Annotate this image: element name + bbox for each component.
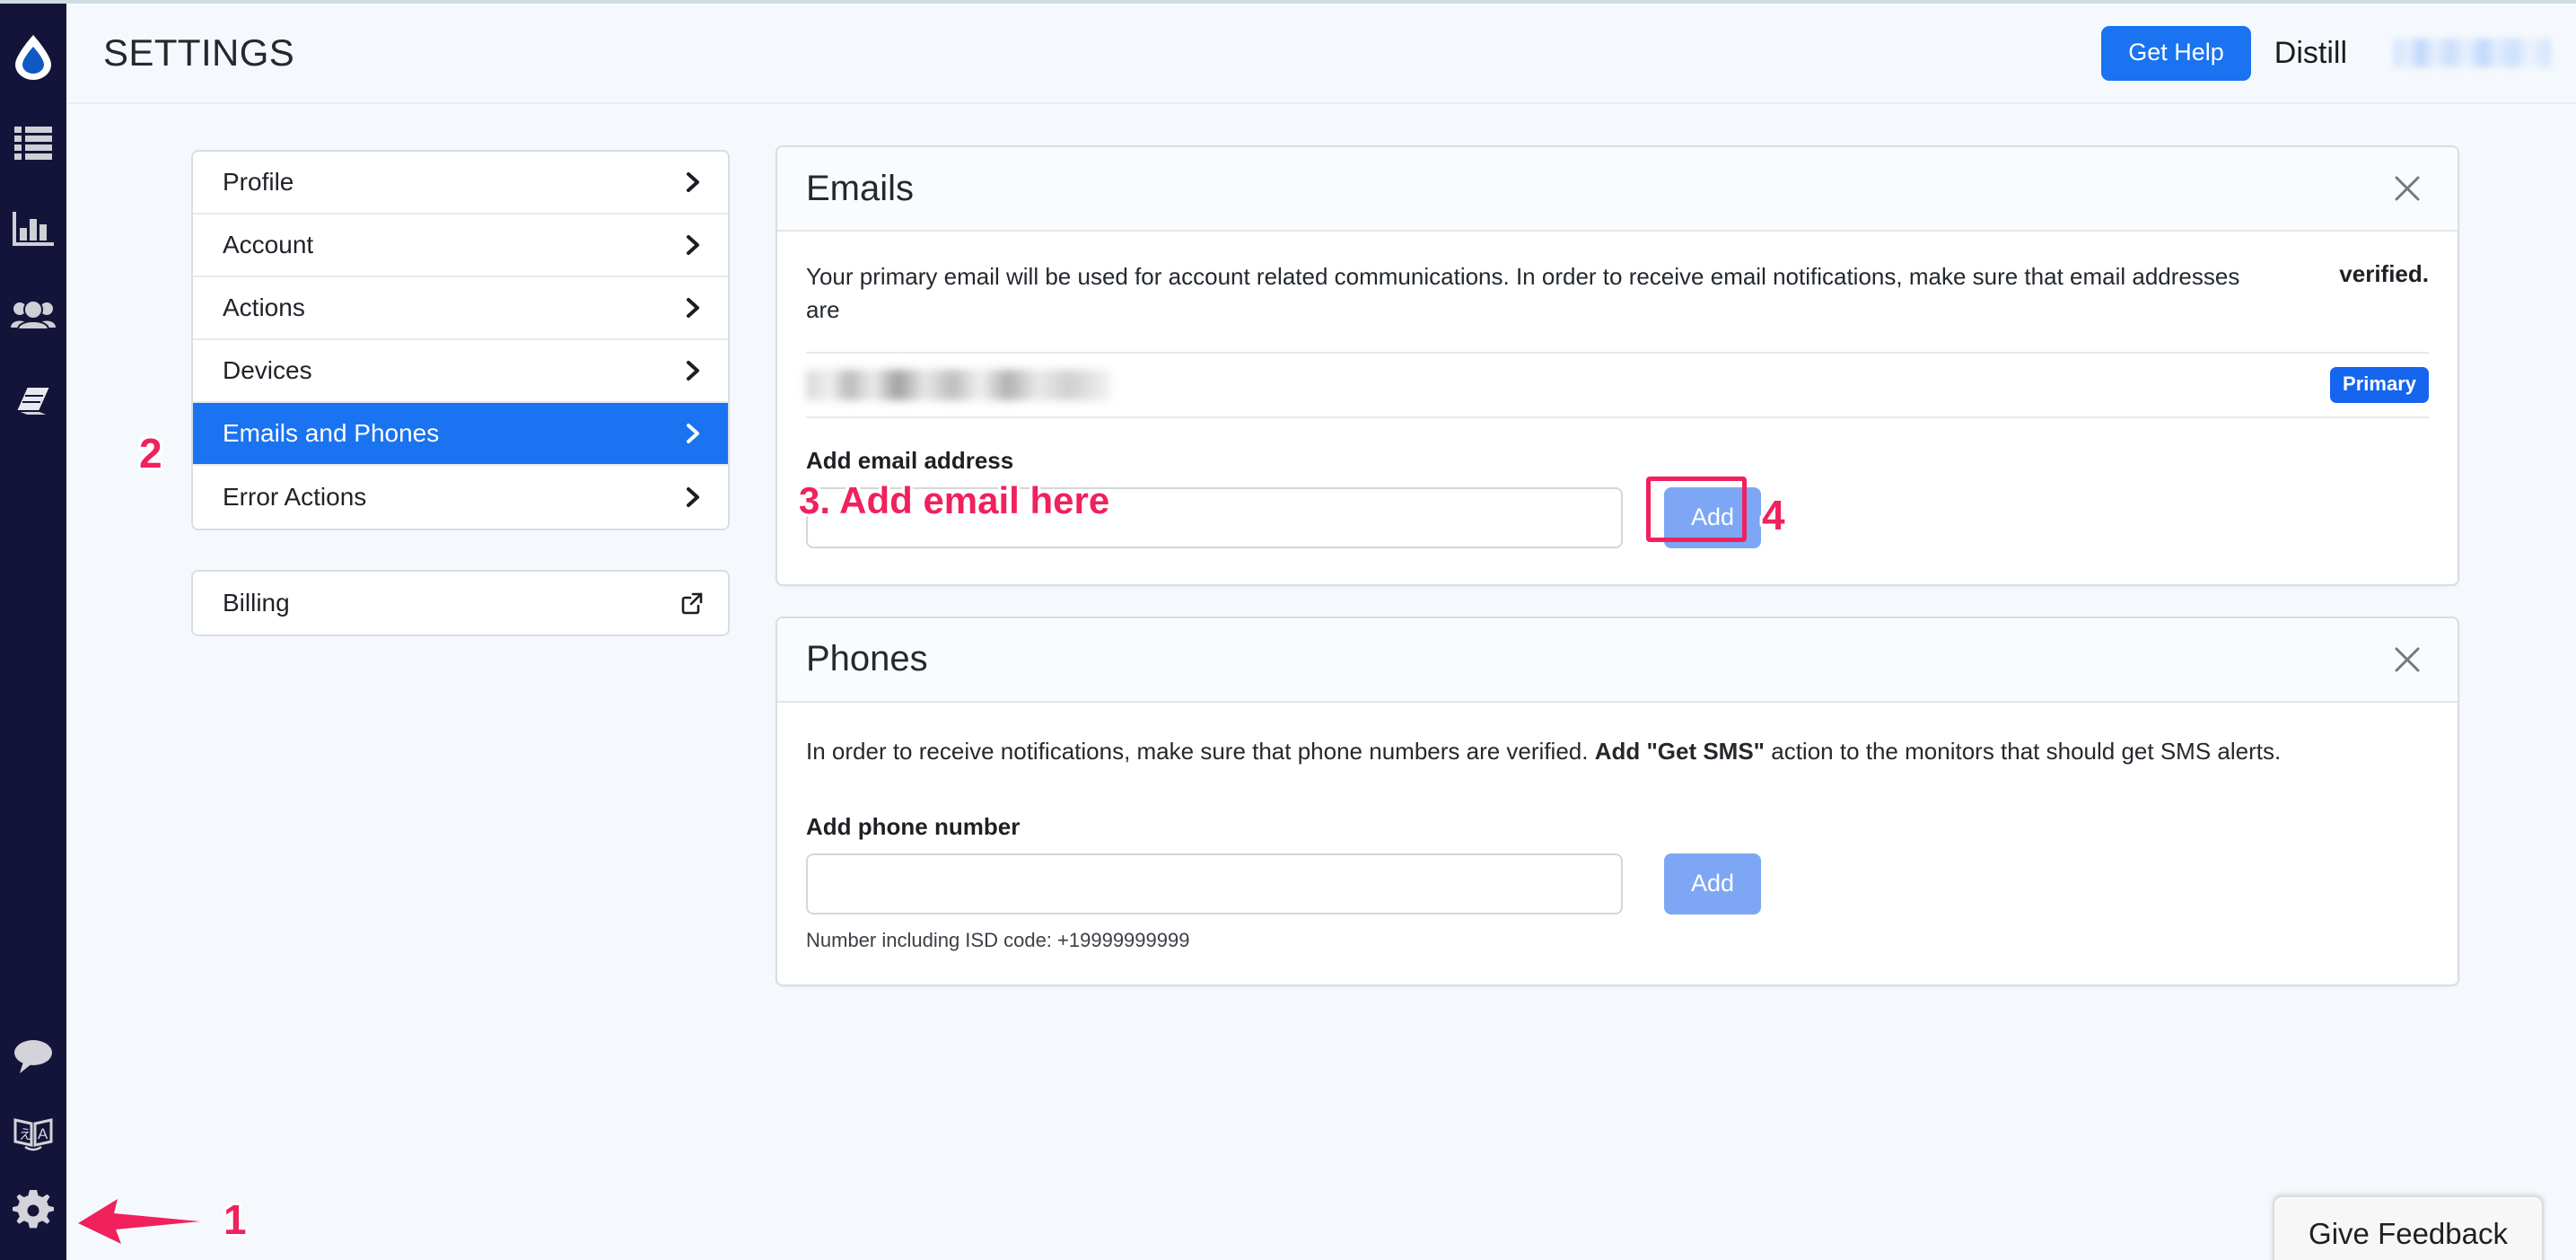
sidebar-item-billing[interactable]: Billing — [193, 572, 728, 634]
users-icon[interactable] — [0, 282, 66, 348]
add-phone-label: Add phone number — [806, 812, 1021, 840]
content-area: Profile Account Actions Devices Emails a… — [66, 106, 2576, 1260]
verified-word: verified. — [2339, 260, 2429, 287]
give-feedback-button[interactable]: Give Feedback — [2273, 1195, 2544, 1260]
close-icon[interactable] — [2388, 640, 2427, 679]
chat-bubble-icon[interactable] — [0, 1023, 66, 1089]
status-badge: Primary — [2330, 366, 2429, 403]
add-phone-input[interactable] — [806, 853, 1623, 914]
emails-panel-body: Your primary email will be used for acco… — [777, 232, 2458, 584]
left-nav-rail: え A — [0, 4, 66, 1260]
primary-email-row: Primary — [806, 351, 2429, 418]
add-email-row: Add — [806, 486, 2429, 548]
chevron-right-icon — [681, 296, 705, 319]
sidebar-item-profile[interactable]: Profile — [193, 152, 728, 214]
header-actions: Get Help Distill — [2101, 25, 2576, 81]
emails-panel: Emails Your primary email will be used f… — [775, 145, 2459, 586]
phones-panel-body: In order to receive notifications, make … — [777, 703, 2458, 984]
emails-description: Your primary email will be used for acco… — [806, 263, 2240, 323]
sidebar-item-label: Profile — [223, 168, 294, 196]
phones-panel: Phones In order to receive notifications… — [775, 616, 2459, 986]
chevron-right-icon — [681, 359, 705, 382]
phones-panel-header: Phones — [777, 617, 2458, 703]
sidebar-item-label: Billing — [223, 589, 290, 617]
svg-text:え: え — [19, 1127, 32, 1142]
phones-description-part2: action to the monitors that should get S… — [1765, 737, 2282, 765]
app-window: え A SETTINGS Get Help Distill Profile Ac… — [0, 0, 2576, 1260]
chevron-right-icon — [681, 233, 705, 257]
emails-panel-title: Emails — [806, 168, 915, 208]
panels-column: Emails Your primary email will be used f… — [775, 145, 2459, 986]
close-icon[interactable] — [2388, 169, 2427, 208]
phones-description: In order to receive notifications, make … — [806, 735, 2429, 768]
phones-panel-title: Phones — [806, 639, 928, 679]
phone-format-hint: Number including ISD code: +19999999999 — [806, 928, 1190, 951]
settings-menu: Profile Account Actions Devices Emails a… — [191, 150, 730, 636]
app-header: SETTINGS Get Help Distill — [66, 4, 2576, 104]
sidebar-item-label: Emails and Phones — [223, 419, 440, 447]
sidebar-item-account[interactable]: Account — [193, 214, 728, 277]
add-email-button[interactable]: Add — [1664, 486, 1761, 548]
sidebar-item-label: Actions — [223, 293, 305, 321]
phones-description-bold: Add "Get SMS" — [1594, 737, 1766, 765]
chevron-right-icon — [681, 171, 705, 194]
add-phone-row: Add — [806, 853, 2429, 914]
sidebar-item-actions[interactable]: Actions — [193, 277, 728, 340]
sidebar-item-error-actions[interactable]: Error Actions — [193, 466, 728, 529]
billing-card: Billing — [191, 570, 730, 636]
emails-description-block: Your primary email will be used for acco… — [806, 232, 2429, 352]
sidebar-item-devices[interactable]: Devices — [193, 340, 728, 403]
add-phone-button[interactable]: Add — [1664, 853, 1761, 914]
translate-icon[interactable]: え A — [0, 1100, 66, 1167]
brand-name: Distill — [2274, 35, 2347, 70]
external-link-icon — [679, 591, 705, 616]
logo-droplet-icon[interactable] — [0, 23, 66, 90]
emails-panel-header: Emails — [777, 147, 2458, 232]
chevron-right-icon — [681, 486, 705, 509]
book-icon[interactable] — [0, 368, 66, 434]
primary-email-redacted — [806, 369, 1111, 400]
add-email-label: Add email address — [806, 446, 1014, 474]
svg-text:A: A — [38, 1125, 48, 1142]
page-title: SETTINGS — [103, 31, 295, 74]
sidebar-item-label: Error Actions — [223, 483, 367, 511]
phones-description-block: In order to receive notifications, make … — [806, 703, 2429, 777]
chevron-right-icon — [681, 422, 705, 445]
get-help-button[interactable]: Get Help — [2101, 25, 2251, 81]
account-name-redacted[interactable] — [2394, 39, 2551, 67]
phones-description-part1: In order to receive notifications, make … — [806, 737, 1595, 765]
gear-icon[interactable] — [0, 1177, 66, 1244]
sidebar-item-label: Devices — [223, 356, 312, 384]
list-icon[interactable] — [0, 109, 66, 176]
add-email-block: Add email address Add — [806, 418, 2429, 584]
add-email-input[interactable] — [806, 486, 1623, 548]
sidebar-item-label: Account — [223, 231, 314, 258]
sidebar-item-emails-and-phones[interactable]: Emails and Phones — [193, 403, 728, 466]
settings-menu-card: Profile Account Actions Devices Emails a… — [191, 150, 730, 530]
chart-bar-icon[interactable] — [0, 196, 66, 262]
add-phone-block: Add phone number Add Number including IS… — [806, 777, 2429, 984]
